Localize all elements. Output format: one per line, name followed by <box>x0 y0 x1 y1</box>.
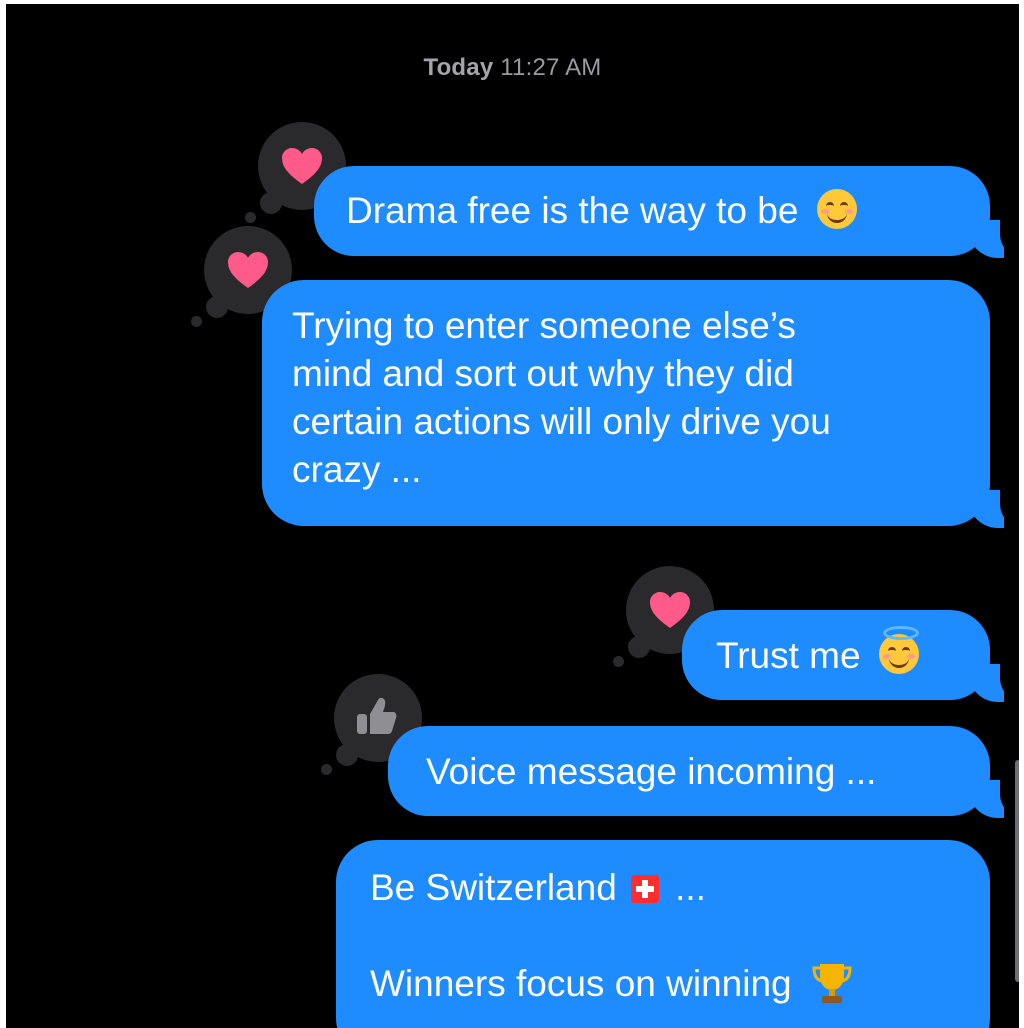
message-text-line: certain actions will only drive you <box>292 401 831 442</box>
heart-icon <box>228 252 268 288</box>
message-text-line: crazy ... <box>292 449 422 490</box>
message-text: ... <box>675 867 706 908</box>
message-timestamp: Today 11:27 AM <box>6 54 1019 82</box>
message-bubble[interactable]: Drama free is the way to be <box>314 166 1019 258</box>
message-text-line: Trying to enter someone else’s <box>292 305 796 346</box>
message-text-line: mind and sort out why they did <box>292 353 794 394</box>
thumbs-up-icon <box>357 697 397 734</box>
switzerland-flag-icon <box>630 875 659 903</box>
heart-icon <box>650 592 690 628</box>
conversation-view: Today 11:27 AM Drama free is the way to … <box>6 4 1019 1028</box>
heart-icon <box>282 148 322 184</box>
message-bubble[interactable]: Be Switzerland ... Winners focus on winn… <box>336 840 990 1028</box>
message-text: Drama free is the way to be <box>346 190 799 231</box>
smiling-face-icon <box>816 189 857 229</box>
message-text: Be Switzerland <box>370 867 617 908</box>
message-bubble[interactable]: Trying to enter someone else’s mind and … <box>262 280 1019 528</box>
timestamp-day: Today <box>423 54 494 81</box>
message-bubble[interactable]: Trust me <box>682 610 1019 702</box>
message-text: Trust me <box>716 635 861 676</box>
message-text: Winners focus on winning <box>370 963 792 1004</box>
message-text: Voice message incoming ... <box>426 751 877 792</box>
scrollbar[interactable] <box>1015 760 1019 982</box>
trophy-icon <box>812 964 852 1003</box>
message-bubble[interactable]: Voice message incoming ... <box>388 726 1019 818</box>
smiling-face-with-halo-icon <box>878 626 919 674</box>
timestamp-time: 11:27 AM <box>500 54 602 81</box>
